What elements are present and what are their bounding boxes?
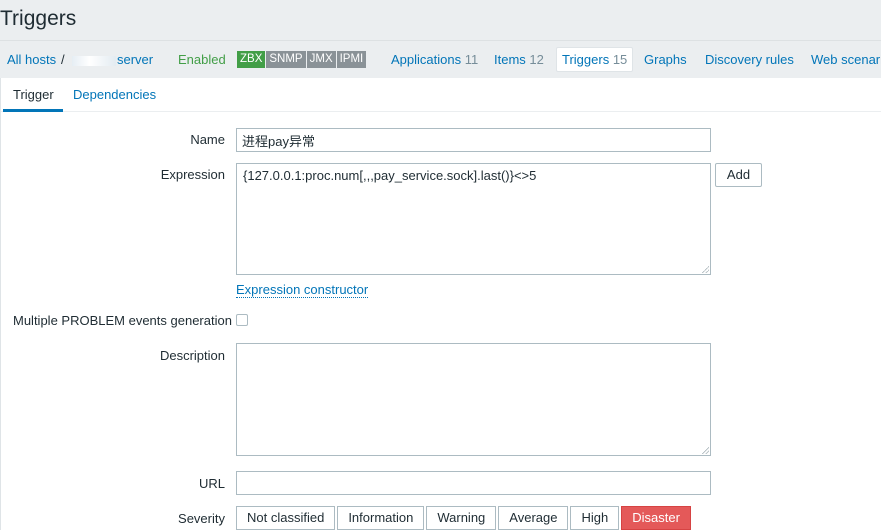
items-count: 12 bbox=[529, 52, 544, 67]
availability-badges: ZBX SNMP JMX IPMI bbox=[237, 51, 367, 68]
name-input[interactable] bbox=[236, 128, 711, 152]
host-navigation: All hosts / server Enabled ZBX SNMP JMX … bbox=[0, 40, 881, 78]
redacted-host-prefix bbox=[72, 55, 116, 66]
expression-text: {127.0.0.1:proc.num[,,,pay_service.sock]… bbox=[243, 168, 537, 183]
applications-link[interactable]: Applications 11 bbox=[391, 52, 478, 67]
host-link[interactable]: server bbox=[72, 52, 153, 67]
resize-handle[interactable] bbox=[702, 447, 709, 454]
multiple-problem-checkbox[interactable] bbox=[236, 314, 248, 326]
jmx-badge: JMX bbox=[306, 51, 336, 68]
multiple-problem-label: Multiple PROBLEM events generation bbox=[13, 313, 232, 328]
trigger-form: Trigger Dependencies Name Expression {12… bbox=[0, 78, 881, 530]
description-textarea[interactable] bbox=[236, 343, 711, 456]
resize-handle[interactable] bbox=[702, 266, 709, 273]
triggers-count: 15 bbox=[612, 52, 628, 67]
web-scenarios-link[interactable]: Web scenari bbox=[811, 52, 881, 67]
add-expression-button[interactable]: Add bbox=[715, 163, 762, 187]
items-link[interactable]: Items 12 bbox=[494, 52, 544, 67]
severity-high[interactable]: High bbox=[570, 506, 620, 530]
expression-constructor-link[interactable]: Expression constructor bbox=[236, 282, 369, 298]
applications-label: Applications bbox=[391, 52, 462, 67]
host-name: server bbox=[117, 52, 154, 67]
severity-label: Severity bbox=[178, 511, 225, 526]
applications-count: 11 bbox=[464, 52, 479, 67]
triggers-link[interactable]: Triggers 15 bbox=[556, 47, 634, 72]
tab-dependencies[interactable]: Dependencies bbox=[73, 87, 156, 102]
url-label: URL bbox=[198, 476, 225, 491]
zbx-badge: ZBX bbox=[237, 51, 266, 68]
name-label: Name bbox=[190, 132, 225, 147]
expression-textarea[interactable]: {127.0.0.1:proc.num[,,,pay_service.sock]… bbox=[236, 163, 711, 275]
discovery-rules-link[interactable]: Discovery rules bbox=[705, 52, 794, 67]
items-label: Items bbox=[494, 52, 526, 67]
expression-label: Expression bbox=[160, 167, 225, 182]
graphs-link[interactable]: Graphs bbox=[644, 52, 687, 67]
breadcrumb-separator: / bbox=[61, 52, 65, 67]
ipmi-badge: IPMI bbox=[336, 51, 367, 68]
page-title: Triggers bbox=[0, 7, 77, 30]
description-label: Description bbox=[159, 348, 225, 363]
host-status-enabled[interactable]: Enabled bbox=[178, 52, 226, 67]
triggers-label: Triggers bbox=[562, 52, 610, 67]
severity-average[interactable]: Average bbox=[498, 506, 569, 530]
severity-warning[interactable]: Warning bbox=[426, 506, 497, 530]
active-tab-indicator bbox=[3, 109, 63, 112]
severity-information[interactable]: Information bbox=[337, 506, 425, 530]
severity-disaster[interactable]: Disaster bbox=[621, 506, 691, 530]
severity-selector: Not classified Information Warning Avera… bbox=[236, 506, 693, 530]
snmp-badge: SNMP bbox=[266, 51, 306, 68]
form-tabs: Trigger Dependencies bbox=[1, 78, 881, 112]
all-hosts-link[interactable]: All hosts bbox=[7, 52, 56, 67]
severity-not-classified[interactable]: Not classified bbox=[236, 506, 336, 530]
url-input[interactable] bbox=[236, 471, 711, 495]
tab-trigger[interactable]: Trigger bbox=[13, 87, 54, 102]
page-header: Triggers bbox=[0, 0, 881, 40]
